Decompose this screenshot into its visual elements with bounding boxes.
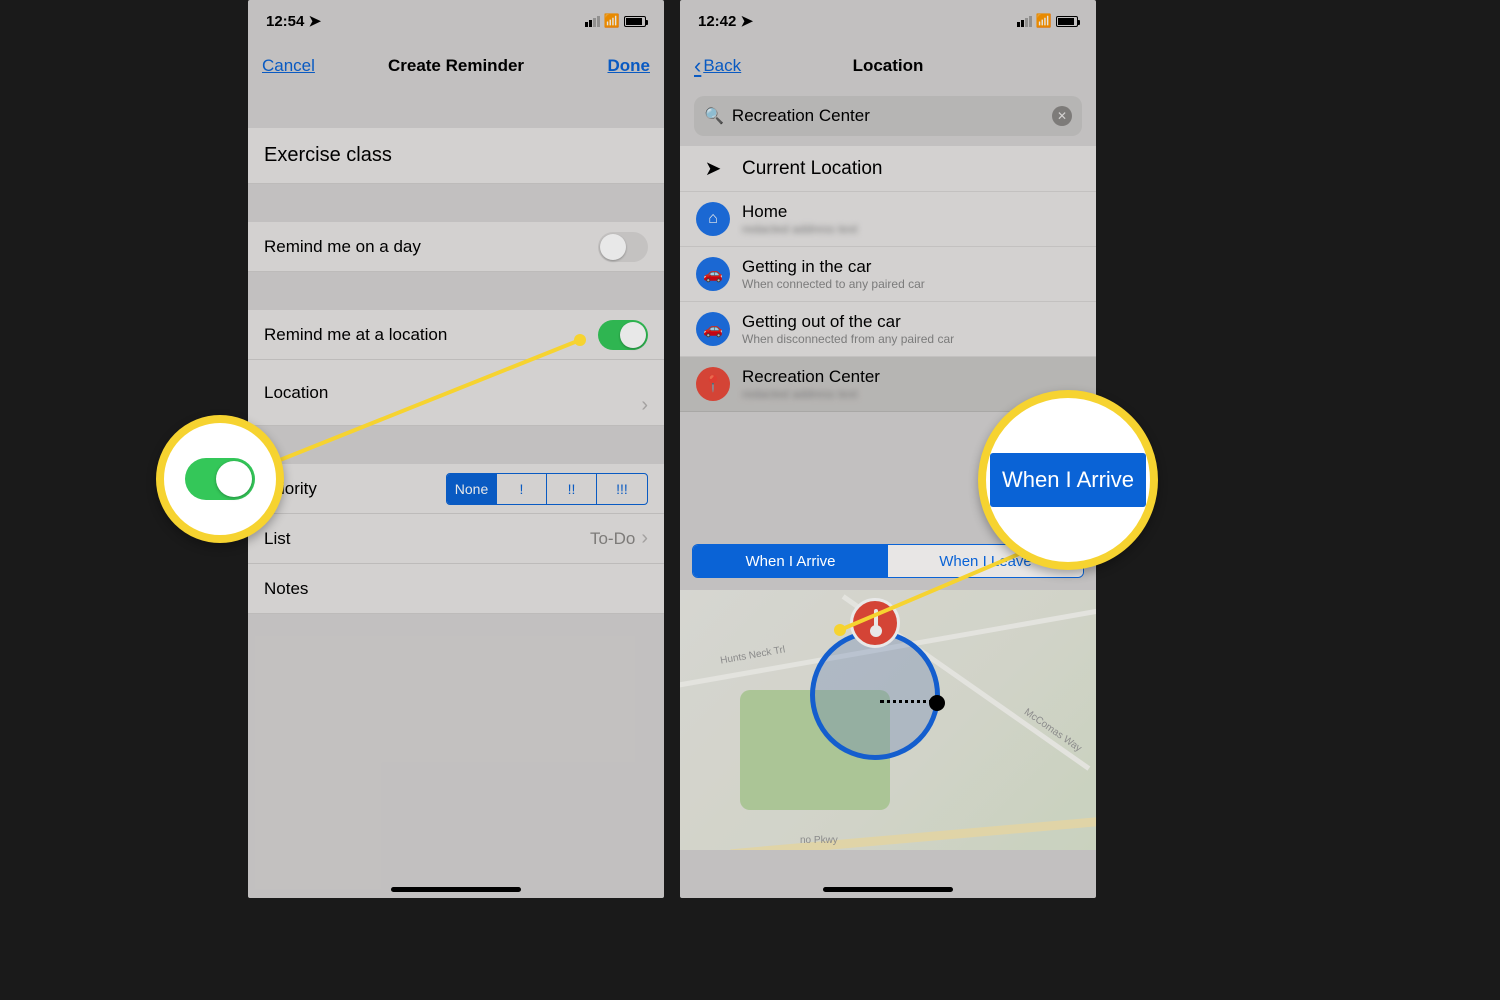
screenshot-create-reminder: 12:54 ➤ 📶 Cancel Create Reminder Done Ex… <box>248 0 664 898</box>
location-arrow-icon: ➤ <box>309 13 322 30</box>
status-bar: 12:54 ➤ 📶 <box>248 0 664 42</box>
signal-icon <box>585 16 600 27</box>
signal-icon <box>1017 16 1032 27</box>
row-remind-day[interactable]: Remind me on a day <box>248 222 664 272</box>
callout-toggle <box>156 415 284 543</box>
row-get-out-car[interactable]: 🚗 Getting out of the carWhen disconnecte… <box>680 302 1096 357</box>
home-title: Home <box>742 202 1080 222</box>
back-button[interactable]: ‹ Back <box>694 53 741 79</box>
getout-sub: When disconnected from any paired car <box>742 332 1080 346</box>
toggle-remind-day[interactable] <box>598 232 648 262</box>
row-priority: Priority None ! !! !!! <box>248 464 664 514</box>
nav-title: Location <box>853 56 924 76</box>
search-input[interactable] <box>732 106 1044 126</box>
chevron-right-icon: › <box>641 394 648 417</box>
priority-1[interactable]: ! <box>497 474 547 504</box>
getin-title: Getting in the car <box>742 257 1080 277</box>
back-label: Back <box>703 56 741 76</box>
reminder-title-field[interactable]: Exercise class <box>248 128 664 184</box>
callout-when-i-arrive: When I Arrive <box>978 390 1158 570</box>
toggle-remind-location[interactable] <box>598 320 648 350</box>
battery-icon <box>624 16 646 27</box>
pin-icon: 📍 <box>696 367 730 401</box>
home-sub: redacted address text <box>742 222 1080 236</box>
cancel-button[interactable]: Cancel <box>262 56 315 76</box>
priority-none[interactable]: None <box>447 474 497 504</box>
row-list[interactable]: List To-Do › <box>248 514 664 564</box>
map-preview[interactable]: Hunts Neck Trl McComas Way no Pkwy <box>680 590 1096 850</box>
chevron-left-icon: ‹ <box>694 53 701 79</box>
list-value: To-Do <box>590 529 635 549</box>
current-location-label: Current Location <box>742 158 1080 180</box>
wifi-icon: 📶 <box>1036 13 1052 29</box>
clock: 12:42 <box>698 13 736 30</box>
row-get-in-car[interactable]: 🚗 Getting in the carWhen connected to an… <box>680 247 1096 302</box>
geofence-radius[interactable] <box>810 630 940 760</box>
priority-2[interactable]: !! <box>547 474 597 504</box>
location-arrow-icon: ➤ <box>741 13 754 30</box>
row-location[interactable]: Location › <box>248 360 664 426</box>
reminder-title: Exercise class <box>264 144 392 167</box>
label-remind-location: Remind me at a location <box>264 325 447 345</box>
option-when-i-arrive[interactable]: When I Arrive <box>693 545 888 577</box>
car-icon: 🚗 <box>696 312 730 346</box>
search-field[interactable]: 🔍 ✕ <box>694 96 1082 136</box>
priority-3[interactable]: !!! <box>597 474 647 504</box>
clock: 12:54 <box>266 13 304 30</box>
row-notes[interactable]: Notes <box>248 564 664 614</box>
map-pin-icon <box>850 598 900 648</box>
road-label-1: Hunts Neck Trl <box>720 644 786 666</box>
label-notes: Notes <box>264 579 308 599</box>
done-button[interactable]: Done <box>608 56 651 76</box>
wifi-icon: 📶 <box>604 13 620 29</box>
location-arrow-icon: ➤ <box>696 156 730 181</box>
label-list: List <box>264 529 290 549</box>
home-indicator <box>823 887 953 892</box>
home-indicator <box>391 887 521 892</box>
road-label-3: no Pkwy <box>800 835 838 846</box>
chevron-right-icon: › <box>641 527 648 550</box>
status-icons: 📶 <box>1017 13 1078 29</box>
priority-segment[interactable]: None ! !! !!! <box>446 473 648 505</box>
nav-bar: Cancel Create Reminder Done <box>248 42 664 90</box>
nav-title: Create Reminder <box>388 56 524 76</box>
row-remind-location[interactable]: Remind me at a location <box>248 310 664 360</box>
label-remind-day: Remind me on a day <box>264 237 421 257</box>
toggle-on-icon <box>185 458 255 500</box>
row-home[interactable]: ⌂ Homeredacted address text <box>680 192 1096 247</box>
rec-title: Recreation Center <box>742 367 1080 387</box>
status-icons: 📶 <box>585 13 646 29</box>
status-bar: 12:42 ➤ 📶 <box>680 0 1096 42</box>
label-location: Location <box>264 383 328 403</box>
home-icon: ⌂ <box>696 202 730 236</box>
search-icon: 🔍 <box>704 106 724 126</box>
battery-icon <box>1056 16 1078 27</box>
nav-bar: ‹ Back Location <box>680 42 1096 90</box>
row-current-location[interactable]: ➤ Current Location <box>680 146 1096 192</box>
callout-arrive-label: When I Arrive <box>990 453 1146 507</box>
getin-sub: When connected to any paired car <box>742 277 1080 291</box>
getout-title: Getting out of the car <box>742 312 1080 332</box>
car-icon: 🚗 <box>696 257 730 291</box>
clear-icon[interactable]: ✕ <box>1052 106 1072 126</box>
